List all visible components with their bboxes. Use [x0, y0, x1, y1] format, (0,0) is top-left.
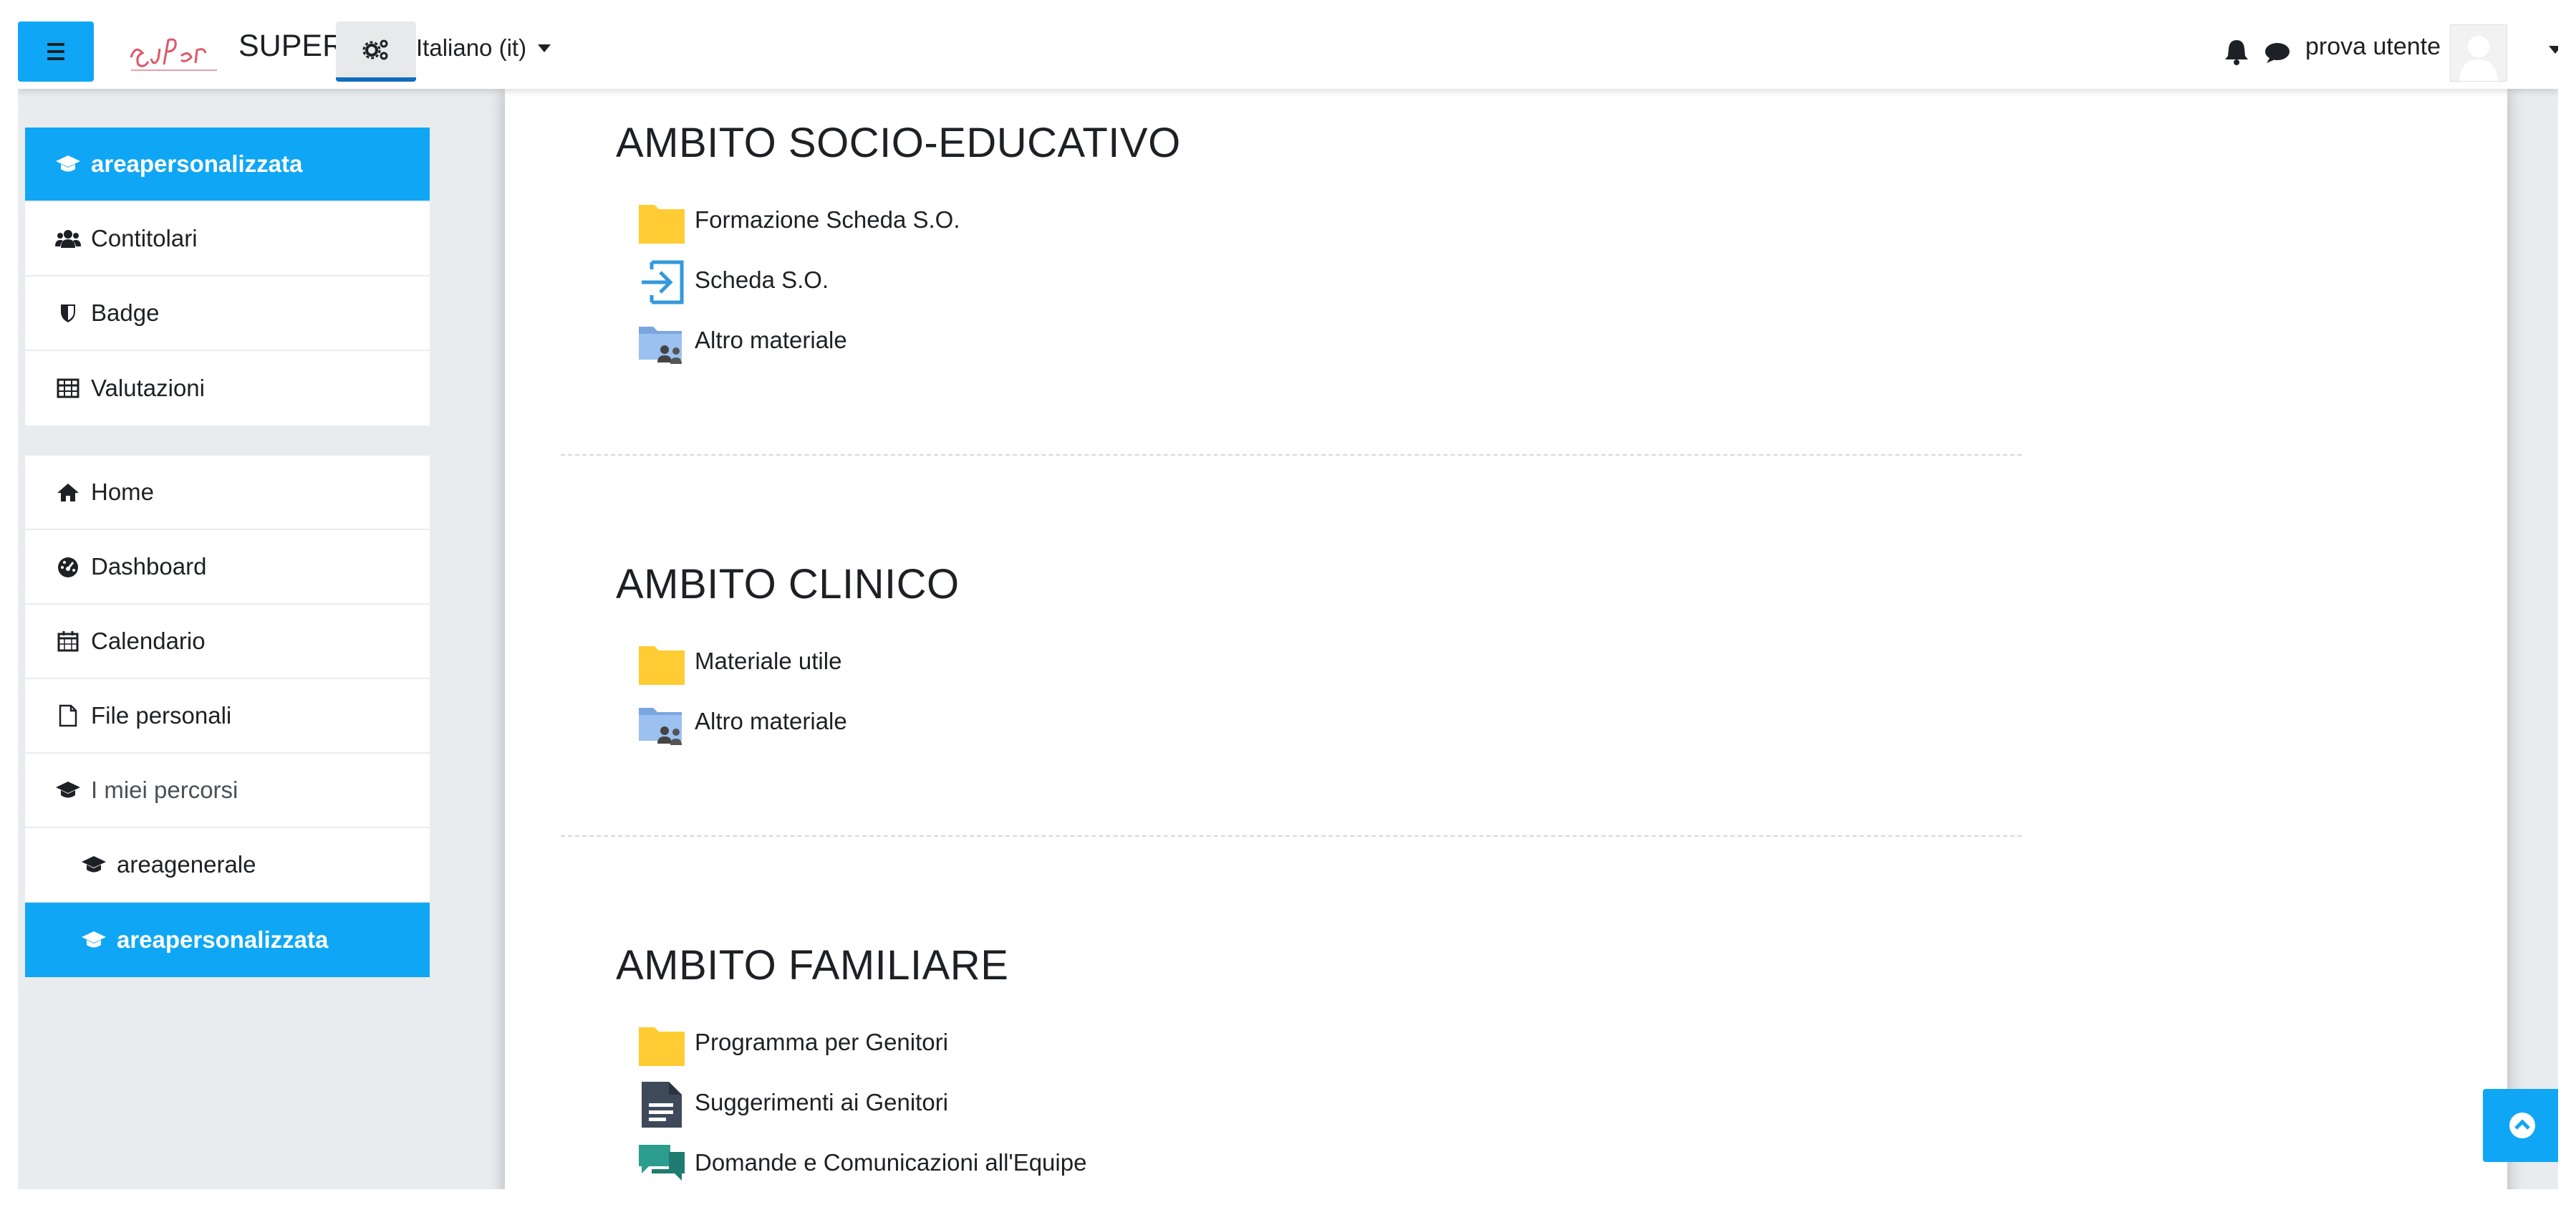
table-icon — [55, 377, 81, 400]
activity-folder[interactable]: Materiale utile — [639, 646, 842, 685]
sidebar-item-label: areagenerale — [117, 851, 256, 878]
section-title[interactable]: AMBITO CLINICO — [616, 560, 960, 608]
message-icon[interactable] — [2262, 39, 2291, 67]
activity-shared-folder[interactable]: Altro materiale — [639, 327, 847, 364]
activity-folder[interactable]: Formazione Scheda S.O. — [639, 205, 960, 244]
activity-label: Programma per Genitori — [695, 1029, 948, 1055]
user-placeholder-icon — [2459, 36, 2498, 81]
url-icon — [642, 260, 684, 304]
avatar[interactable] — [2450, 24, 2507, 82]
language-label: Italiano (it) — [416, 34, 527, 61]
folder-icon — [639, 205, 685, 244]
chevron-up-circle-icon — [2509, 1113, 2535, 1138]
course-content: AMBITO SOCIO-EDUCATIVO Formazione Scheda… — [505, 89, 2507, 1189]
shield-icon — [55, 302, 81, 325]
activity-shared-folder[interactable]: Altro materiale — [639, 708, 847, 745]
users-icon — [55, 227, 81, 250]
sidebar-item-label: Calendario — [91, 628, 206, 654]
sidebar-item-areagenerale[interactable]: areagenerale — [25, 828, 430, 903]
sidebar-item-dashboard[interactable]: Dashboard — [25, 530, 430, 605]
course-nav-group: areapersonalizzata Contitolari Badge Val… — [25, 128, 430, 426]
activity-label: Suggerimenti ai Genitori — [695, 1089, 949, 1115]
shared-folder-icon — [639, 327, 682, 364]
app-frame: SUPER Italiano (it) prova utente areaper… — [18, 0, 2558, 1189]
sidebar-item-home[interactable]: Home — [25, 456, 430, 530]
sidebar-item-label: File personali — [91, 702, 232, 729]
language-menu[interactable]: Italiano (it) — [416, 34, 551, 62]
activity-label: Altro materiale — [695, 327, 847, 353]
top-navbar: SUPER Italiano (it) prova utente — [18, 0, 2558, 89]
edit-mode-button[interactable] — [336, 21, 416, 82]
graduation-cap-icon — [81, 853, 107, 876]
sidebar-item-miei-percorsi[interactable]: I miei percorsi — [25, 754, 430, 828]
sidebar-item-contitolari[interactable]: Contitolari — [25, 202, 430, 277]
sidebar-item-label: Dashboard — [91, 553, 207, 580]
sidebar-item-label: Contitolari — [91, 225, 198, 251]
graduation-cap-icon — [55, 779, 81, 802]
chevron-down-icon — [538, 44, 551, 52]
user-name[interactable]: prova utente — [2305, 33, 2441, 61]
bell-icon[interactable] — [2222, 37, 2251, 66]
nav-drawer: areapersonalizzata Contitolari Badge Val… — [18, 89, 439, 1189]
site-logo[interactable] — [124, 21, 230, 79]
site-name[interactable]: SUPER — [238, 29, 344, 64]
sidebar-item-areapersonalizzata[interactable]: areapersonalizzata — [25, 903, 430, 977]
activity-forum[interactable]: Domande e Comunicazioni all'Equipe — [639, 1145, 1087, 1181]
sidebar-item-label: areapersonalizzata — [91, 150, 303, 177]
forum-icon — [639, 1145, 685, 1181]
hamburger-icon — [47, 41, 64, 62]
sidebar-item-file-personali[interactable]: File personali — [25, 679, 430, 754]
back-to-top-button[interactable] — [2483, 1089, 2558, 1162]
home-icon — [55, 481, 81, 504]
sidebar-item-label: Home — [91, 479, 155, 505]
activity-label: Materiale utile — [695, 648, 842, 674]
activity-label: Formazione Scheda S.O. — [695, 206, 960, 233]
folder-icon — [639, 1027, 685, 1066]
sidebar-item-badge[interactable]: Badge — [25, 277, 430, 351]
drawer-toggle-button[interactable] — [18, 21, 94, 82]
activity-label: Scheda S.O. — [695, 267, 829, 293]
file-icon — [55, 704, 81, 727]
graduation-cap-icon — [55, 153, 81, 176]
sidebar-item-course[interactable]: areapersonalizzata — [25, 128, 430, 202]
section-divider — [561, 835, 2022, 837]
dashboard-icon — [55, 555, 81, 578]
calendar-icon — [55, 630, 81, 653]
shared-folder-icon — [639, 708, 682, 745]
sidebar-item-label: areapersonalizzata — [117, 926, 329, 953]
activity-url[interactable]: Scheda S.O. — [642, 260, 829, 304]
cogs-icon — [362, 39, 388, 60]
page-icon — [642, 1082, 682, 1128]
sidebar-item-label: Valutazioni — [91, 375, 205, 401]
section-title[interactable]: AMBITO SOCIO-EDUCATIVO — [616, 119, 1181, 167]
activity-page[interactable]: Suggerimenti ai Genitori — [642, 1082, 949, 1128]
section-title[interactable]: AMBITO FAMILIARE — [616, 941, 1008, 989]
sidebar-item-calendario[interactable]: Calendario — [25, 605, 430, 679]
activity-folder[interactable]: Programma per Genitori — [639, 1027, 948, 1066]
main-nav-group: Home Dashboard Calendario File personali — [25, 456, 430, 977]
graduation-cap-icon — [81, 928, 107, 951]
section-divider — [561, 454, 2022, 456]
sidebar-item-label: Badge — [91, 299, 160, 326]
sidebar-item-label: I miei percorsi — [91, 777, 238, 803]
folder-icon — [639, 646, 685, 685]
activity-label: Domande e Comunicazioni all'Equipe — [695, 1149, 1087, 1176]
sidebar-item-valutazioni[interactable]: Valutazioni — [25, 351, 430, 426]
activity-label: Altro materiale — [695, 708, 847, 734]
user-menu-chevron-icon[interactable] — [2549, 46, 2558, 54]
